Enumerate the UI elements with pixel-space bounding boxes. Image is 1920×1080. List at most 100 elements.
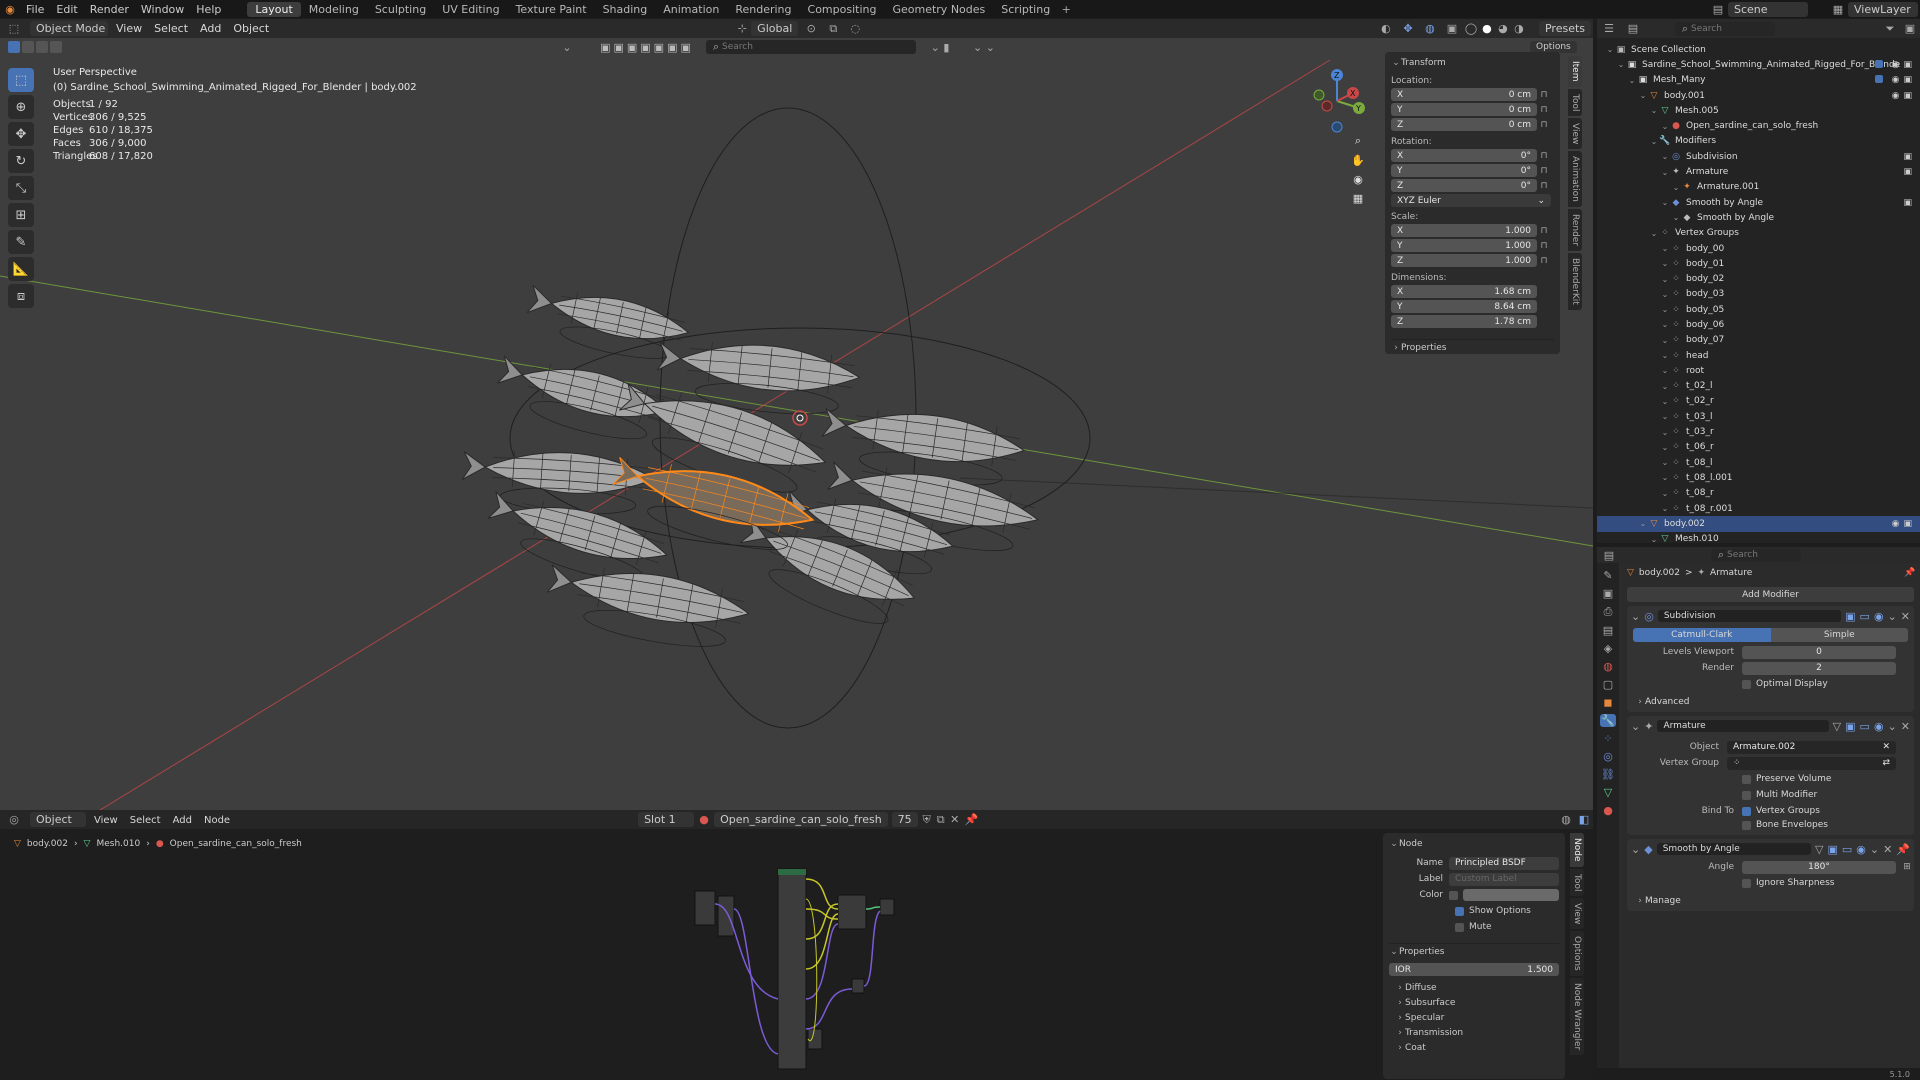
sidebar-tab-item[interactable]: Item — [1568, 56, 1582, 87]
expand-chevron-icon[interactable]: ⌄ — [1638, 519, 1648, 528]
unlink-material-close-icon[interactable]: ✕ — [948, 813, 962, 826]
expand-chevron-icon[interactable]: ⌄ — [1605, 45, 1615, 54]
on-cage-icon[interactable]: ▽ — [1833, 720, 1841, 733]
outliner-row[interactable]: ⌄ ⁘ t_06_r — [1597, 440, 1920, 455]
expand-chevron-icon[interactable]: ⌄ — [1660, 152, 1670, 161]
pin-icon[interactable]: 📌 — [1900, 568, 1920, 578]
editmode-toggle-icon[interactable]: ▣ — [1827, 843, 1837, 856]
expand-chevron-icon[interactable]: ⌄ — [1660, 259, 1670, 268]
node-tab-tool[interactable]: Tool — [1570, 868, 1584, 896]
camera-icon[interactable]: ▣ — [1903, 198, 1912, 208]
viewport-toggle-icon[interactable]: ▭ — [1842, 843, 1852, 856]
ignore-sharpness-checkbox[interactable] — [1742, 878, 1751, 888]
outliner-row[interactable]: ⌄ ▽ Mesh.010 — [1597, 532, 1920, 543]
material-users-count[interactable]: 75 — [891, 812, 918, 827]
eye-icon[interactable]: ◉ — [1892, 60, 1900, 70]
expand-chevron-icon[interactable]: ⌄ — [1660, 275, 1670, 284]
invert-icon[interactable]: ⇄ — [1882, 758, 1890, 768]
outliner-row[interactable]: ⌄ ⁘ body_06 — [1597, 317, 1920, 332]
expand-chevron-icon[interactable]: ⌄ — [1660, 351, 1670, 360]
extra-chevron-icon[interactable]: ⌄ ⌄ — [964, 41, 1004, 54]
close-icon[interactable]: ✕ — [1883, 843, 1892, 856]
node-properties-header[interactable]: ⌄ Properties — [1389, 943, 1559, 957]
outliner-search-field[interactable]: ⌕ Search — [1675, 21, 1775, 36]
material-tab-icon[interactable]: ● — [1603, 804, 1613, 817]
dimensions-z-field[interactable]: Z 1.78 cm — [1391, 315, 1537, 328]
viewport-menu-view[interactable]: View — [110, 22, 148, 35]
sidebar-tab-render[interactable]: Render — [1568, 209, 1582, 252]
viewport-search-field[interactable]: ⌕ Search — [706, 40, 916, 54]
workspace-tab-geometry-nodes[interactable]: Geometry Nodes — [884, 2, 993, 17]
sidebar-tab-blenderkit[interactable]: BlenderKit — [1568, 253, 1582, 311]
zoom-icon[interactable]: ⌕ — [1350, 134, 1366, 148]
manage-subpanel[interactable]: › Manage — [1627, 895, 1914, 911]
expand-chevron-icon[interactable]: ⌄ — [1660, 336, 1670, 345]
breadcrumb-object[interactable]: body.002 — [27, 839, 68, 849]
show-options-checkbox[interactable] — [1455, 906, 1464, 916]
node-color-swatch[interactable] — [1463, 889, 1559, 901]
outliner-row[interactable]: ⌄ ⁘ body_07 — [1597, 333, 1920, 348]
chevron-down-icon[interactable]: ⌄ — [1631, 720, 1640, 733]
preserve-volume-checkbox[interactable] — [1742, 774, 1751, 784]
expand-chevron-icon[interactable]: ⌄ — [1649, 106, 1659, 115]
node-section-transmission[interactable]: › Transmission — [1389, 1025, 1559, 1040]
move-tool-icon[interactable]: ✥ — [8, 122, 34, 146]
scene-tab-icon[interactable]: ◈ — [1604, 642, 1612, 655]
levels-viewport-field[interactable]: 0 — [1742, 645, 1896, 659]
outliner-row[interactable]: ⌄ ⁘ root — [1597, 363, 1920, 378]
viewport-menu-select[interactable]: Select — [148, 22, 194, 35]
workspace-tab-texture-paint[interactable]: Texture Paint — [508, 2, 595, 17]
scale-tool-icon[interactable]: ⤡ — [8, 176, 34, 200]
expand-chevron-icon[interactable]: ⌄ — [1671, 183, 1681, 192]
camera-icon[interactable]: ▣ — [1903, 60, 1912, 70]
exclude-checkbox[interactable] — [1874, 75, 1883, 84]
smooth-by-angle-name[interactable]: Smooth by Angle — [1656, 843, 1811, 855]
proportional-edit-icon[interactable]: ◌ — [844, 22, 866, 35]
ortho-grid-icon[interactable]: ▦ — [1350, 192, 1366, 205]
close-icon[interactable]: ✕ — [1901, 610, 1910, 623]
scene-selector[interactable]: Scene — [1728, 1, 1808, 17]
dropdown-icon[interactable]: ⌄ — [1888, 610, 1897, 623]
world-tab-icon[interactable]: ◍ — [1603, 660, 1613, 673]
camera-icon[interactable]: ▣ — [1903, 91, 1912, 101]
expand-chevron-icon[interactable]: ⌄ — [1638, 91, 1648, 100]
sidebar-tab-animation[interactable]: Animation — [1568, 151, 1582, 208]
location-z-field[interactable]: Z 0 cm — [1391, 118, 1537, 131]
outliner-row[interactable]: ⌄ ⁘ t_08_l — [1597, 455, 1920, 470]
expand-chevron-icon[interactable]: ⌄ — [1649, 535, 1659, 543]
outliner-row[interactable]: ⌄ ⁘ body_00 — [1597, 241, 1920, 256]
menu-file[interactable]: File — [20, 3, 50, 16]
node-tree[interactable] — [690, 849, 910, 1079]
lock-icon[interactable]: ⊓ — [1537, 120, 1551, 130]
outliner-row[interactable]: ⌄ ✦ Armature.001 — [1597, 180, 1920, 195]
clear-icon[interactable]: ✕ — [1882, 742, 1890, 752]
viewport-menu-add[interactable]: Add — [194, 22, 227, 35]
outliner-row[interactable]: ⌄ ⁘ head — [1597, 348, 1920, 363]
chevron-down-icon[interactable]: ⌄ — [1631, 843, 1640, 856]
outliner-row[interactable]: ⌄ ⁘ t_02_l — [1597, 379, 1920, 394]
filter-icons[interactable]: ▣▣▣▣▣▣▣ — [592, 41, 702, 54]
expand-chevron-icon[interactable]: ⌄ — [1660, 489, 1670, 498]
expand-chevron-icon[interactable]: ⌄ — [1660, 382, 1670, 391]
dropdown-icon[interactable]: ⌄ — [1870, 843, 1879, 856]
visibility-icon[interactable]: ◐ — [1375, 22, 1397, 35]
data-tab-icon[interactable]: ▽ — [1604, 786, 1612, 799]
pivot-icon[interactable]: ⊙ — [800, 22, 822, 35]
camera-view-icon[interactable]: ◉ — [1350, 173, 1366, 186]
expand-chevron-icon[interactable]: ⌄ — [1660, 244, 1670, 253]
workspace-tab-modeling[interactable]: Modeling — [301, 2, 367, 17]
expand-chevron-icon[interactable]: ⌄ — [1649, 137, 1659, 146]
select-extend-icon[interactable] — [22, 41, 34, 53]
outliner-row[interactable]: ⌄ ✦ Armature ▣ — [1597, 164, 1920, 179]
modifier-tab-icon[interactable]: 🔧 — [1600, 714, 1616, 727]
node-socket-icon[interactable]: ⊞ — [1900, 862, 1914, 872]
particles-tab-icon[interactable]: ⁘ — [1603, 732, 1612, 745]
measure-tool-icon[interactable]: 📐 — [8, 257, 34, 281]
chevron-down-icon[interactable]: ⌄ — [1631, 610, 1640, 623]
wireframe-shading-icon[interactable]: ◯ — [1463, 22, 1479, 35]
location-y-field[interactable]: Y 0 cm — [1391, 103, 1537, 116]
outliner-row[interactable]: ⌄ ◎ Subdivision ▣ — [1597, 149, 1920, 164]
lock-icon[interactable]: ⊓ — [1537, 256, 1551, 266]
display-mode-icon[interactable]: ▤ — [1621, 22, 1645, 35]
expand-chevron-icon[interactable]: ⌄ — [1660, 366, 1670, 375]
